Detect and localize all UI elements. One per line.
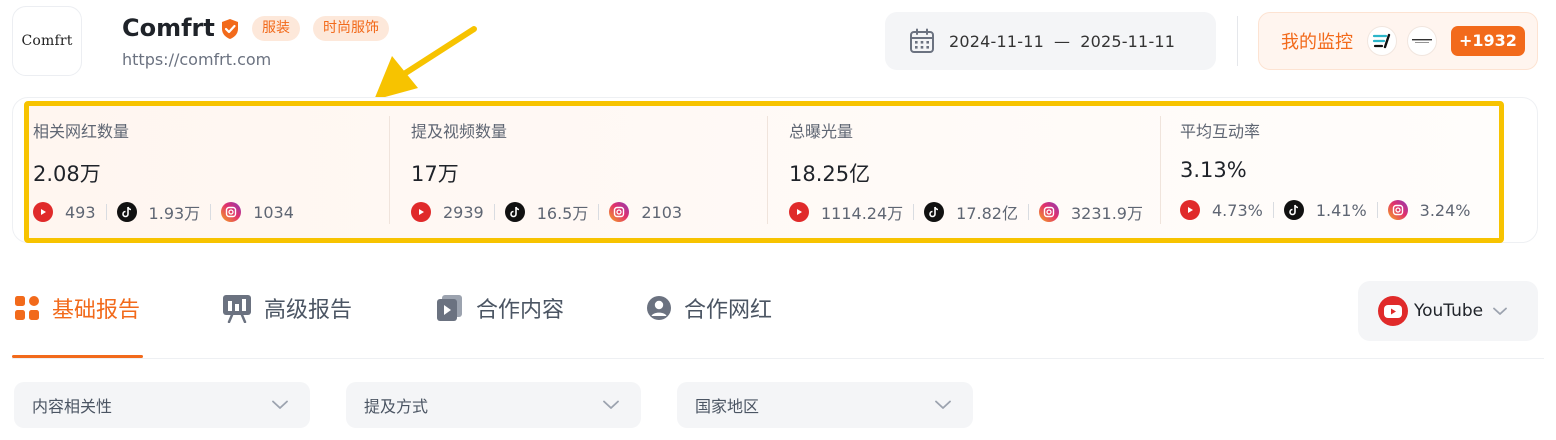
instagram-icon [1038,202,1059,222]
tab-label: 基础报告 [52,298,141,323]
tab-basic-report[interactable]: 基础报告 [14,292,140,324]
brand-tag[interactable]: 服装 [252,16,300,41]
youtube-icon [411,202,431,222]
stat-tiktok-value: 17.82亿 [956,204,1018,223]
tabs-divider [12,358,1544,359]
tiktok-icon [1283,200,1304,220]
tab-collab-content[interactable]: 合作内容 [436,292,564,324]
youtube-icon [789,202,809,222]
tab-label: 合作内容 [476,298,565,323]
stat-video-count: 提及视频数量 17万 2939 16.5万 2103 [411,118,682,223]
date-end: 2025-11-11 [1080,31,1176,51]
monitor-avatar[interactable] [1367,26,1397,56]
video-file-icon [437,295,462,321]
calendar-icon [910,28,934,53]
filter-content-relevance[interactable]: 内容相关性 [14,382,310,428]
stat-instagram-value: 1034 [253,202,294,222]
stat-platform-breakdown: 493 1.93万 1034 [33,200,294,224]
instagram-icon [609,202,630,222]
brand-name: Comfrt [122,14,215,42]
verified-badge-icon [222,19,238,39]
stat-separator [210,204,212,220]
stat-youtube-value: 1114.24万 [821,204,904,223]
stats-divider [389,116,390,224]
stat-instagram-value: 2103 [641,202,683,222]
filter-label: 内容相关性 [32,397,113,416]
platform-select[interactable]: YouTube [1358,281,1538,341]
stat-platform-breakdown: 1114.24万 17.82亿 3231.9万 [789,200,1143,224]
stat-platform-breakdown: 4.73% 1.41% 3.24% [1180,200,1470,220]
stat-tiktok-value: 16.5万 [536,204,589,223]
stat-separator [598,204,600,220]
stat-youtube-value: 4.73% [1212,200,1263,220]
grid-icon [15,296,39,320]
tiktok-icon [116,202,137,222]
date-separator: — [1053,31,1071,51]
stat-label: 提及视频数量 [411,122,508,141]
my-monitor-button[interactable]: 我的监控 +1932 [1258,12,1538,70]
filter-mention-type[interactable]: 提及方式 [346,382,641,428]
tab-advanced-report[interactable]: 高级报告 [222,292,352,324]
date-start: 2024-11-11 [949,31,1044,51]
stats-divider [767,116,768,224]
tab-label: 高级报告 [264,298,353,323]
stats-divider [1160,116,1161,224]
stat-separator [105,204,107,220]
brand-logo: Comfrt [12,6,82,76]
filter-label: 提及方式 [364,397,429,416]
tiktok-icon [504,202,525,222]
stat-youtube-value: 2939 [443,202,484,222]
filter-label: 国家地区 [695,397,760,416]
chevron-down-icon [603,400,619,409]
stat-platform-breakdown: 2939 16.5万 2103 [411,200,682,224]
stat-youtube-value: 493 [65,202,96,222]
annotation-arrow-icon [374,26,477,100]
stat-total-exposure: 总曝光量 18.25亿 1114.24万 17.82亿 3231.9万 [789,118,1143,223]
user-icon [647,296,671,320]
stat-label: 平均互动率 [1180,122,1261,141]
tab-collab-influencers[interactable]: 合作网红 [646,292,772,324]
tab-label: 合作网红 [684,298,773,323]
chevron-down-icon [935,400,951,409]
monitor-count-badge: +1932 [1451,26,1525,56]
chevron-down-icon [272,400,288,409]
stat-value: 17万 [411,162,459,186]
youtube-icon [1378,296,1408,326]
filter-country-region[interactable]: 国家地区 [677,382,973,428]
header-divider [1237,16,1238,66]
instagram-icon [1387,200,1408,220]
monitor-label: 我的监控 [1281,32,1353,53]
stat-value: 18.25亿 [789,162,871,186]
brand-wordmark-icon [1412,39,1432,43]
stat-label: 相关网红数量 [33,122,130,141]
stat-separator [1027,204,1029,220]
stat-label: 总曝光量 [789,122,854,141]
stat-value: 3.13% [1180,158,1247,182]
stat-tiktok-value: 1.93万 [148,204,201,223]
youtube-icon [1180,200,1200,220]
chevron-down-icon [1493,307,1508,315]
stat-engagement-rate: 平均互动率 3.13% 4.73% 1.41% 3.24% [1180,118,1470,220]
monitor-avatar[interactable] [1407,26,1437,56]
stat-separator [1376,202,1378,218]
brand-mark-icon [1372,33,1391,49]
brand-url[interactable]: https://comfrt.com [122,50,271,69]
stat-tiktok-value: 1.41% [1315,200,1367,220]
instagram-icon [221,202,242,222]
stat-separator [913,204,915,220]
youtube-icon [33,202,53,222]
stat-separator [1272,202,1274,218]
stat-separator [493,204,495,220]
tiktok-icon [924,202,945,222]
stat-influencer-count: 相关网红数量 2.08万 493 1.93万 1034 [33,118,294,223]
presentation-icon [223,295,251,323]
stat-instagram-value: 3.24% [1419,200,1471,220]
stat-instagram-value: 3231.9万 [1070,204,1143,223]
date-range-picker[interactable]: 2024-11-11 — 2025-11-11 [885,12,1216,70]
stat-value: 2.08万 [33,162,101,186]
brand-logo-text: Comfrt [21,33,73,49]
platform-select-value: YouTube [1414,301,1484,321]
